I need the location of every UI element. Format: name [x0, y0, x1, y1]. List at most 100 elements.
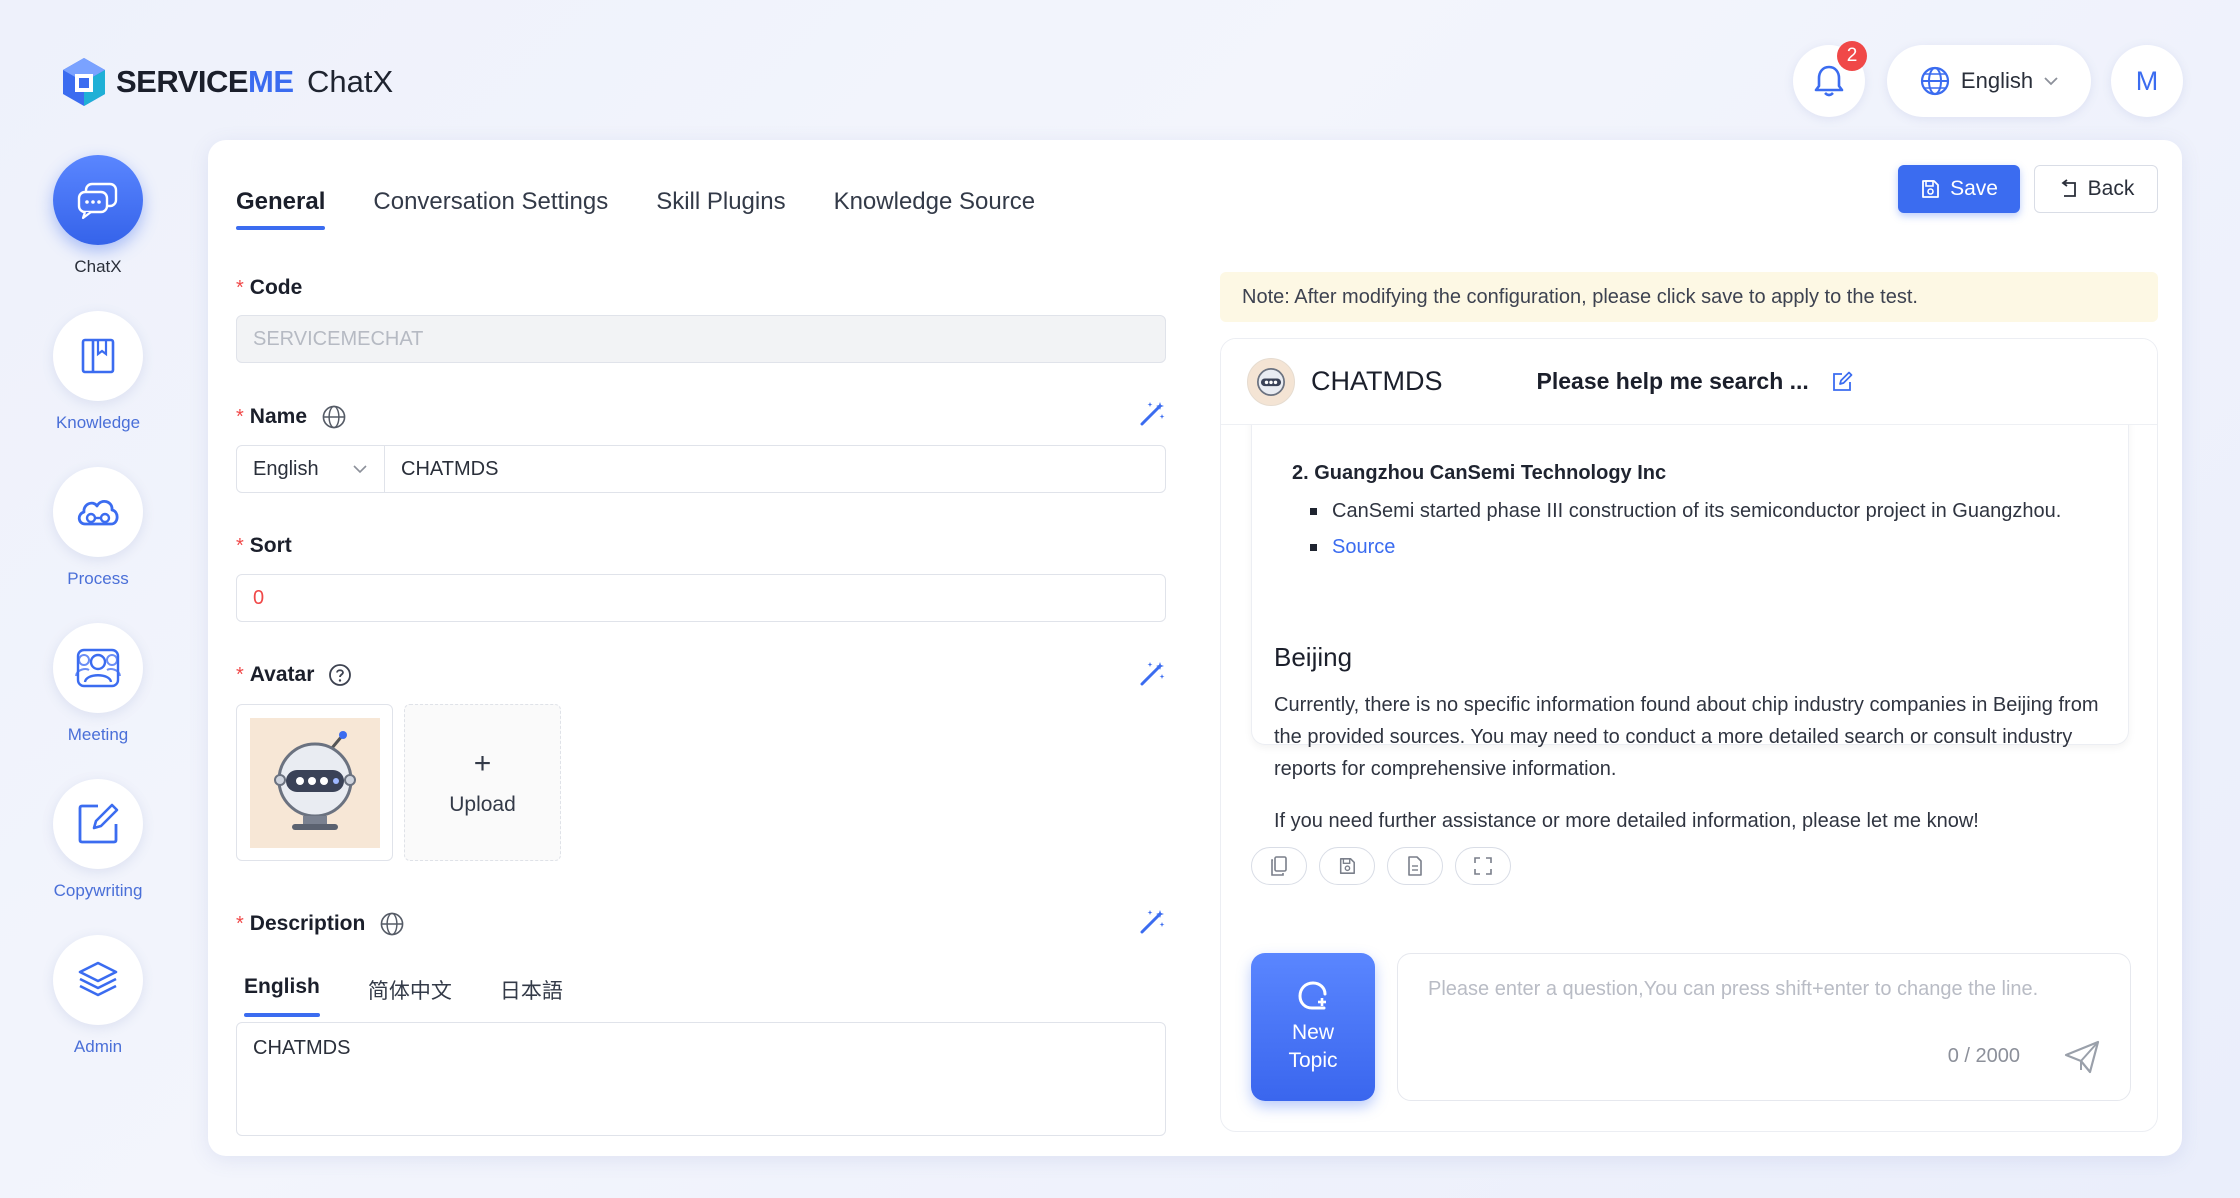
- sidebar-circle: [53, 311, 143, 401]
- name-label: * Name: [236, 404, 347, 430]
- desc-tab-english[interactable]: English: [244, 975, 320, 1017]
- document-icon: [1408, 856, 1422, 876]
- upload-label: Upload: [449, 792, 516, 816]
- new-topic-icon: [1298, 981, 1327, 1010]
- bot-message: 2. Guangzhou CanSemi Technology Inc CanS…: [1251, 399, 2129, 832]
- robot-avatar-image: [249, 717, 380, 848]
- sidebar-item-process[interactable]: Process: [0, 467, 196, 589]
- robot-icon: [1257, 367, 1285, 396]
- sidebar-item-label: Process: [67, 569, 129, 588]
- description-textarea[interactable]: CHATMDS: [236, 1022, 1166, 1136]
- sidebar-circle: [53, 155, 143, 245]
- copy-icon: [1271, 856, 1287, 876]
- sidebar-circle: [53, 623, 143, 713]
- logo-mark-icon: [63, 58, 105, 106]
- sidebar-circle: [53, 467, 143, 557]
- required-mark: *: [236, 534, 244, 557]
- magic-wand-icon[interactable]: [1138, 400, 1166, 428]
- description-language-tabs: English 简体中文 日本語: [244, 975, 563, 1017]
- source-link[interactable]: Source: [1310, 531, 2072, 563]
- chat-header: CHATMDS Please help me search ...: [1221, 339, 2157, 425]
- sidebar-item-copywriting[interactable]: Copywriting: [0, 779, 196, 901]
- sidebar-item-chatx[interactable]: ChatX: [0, 155, 196, 277]
- globe-icon: [1920, 66, 1950, 96]
- save-icon: [1339, 858, 1355, 874]
- sort-input[interactable]: 0: [236, 574, 1166, 622]
- app-title: ChatX: [307, 64, 394, 99]
- back-icon: [2061, 179, 2076, 197]
- code-field: SERVICEMECHAT: [236, 315, 1166, 363]
- required-mark: *: [236, 405, 244, 428]
- people-icon: [75, 648, 121, 688]
- save-button[interactable]: Save: [1898, 165, 2020, 213]
- sidebar-item-label: Meeting: [67, 725, 129, 744]
- sidebar-item-label: ChatX: [74, 257, 122, 276]
- plus-icon: +: [473, 746, 492, 780]
- save-note-banner: Note: After modifying the configuration,…: [1220, 272, 2158, 322]
- notification-badge: 2: [1837, 41, 1867, 71]
- avatar-label: * Avatar: [236, 663, 352, 687]
- sidebar-circle: [53, 779, 143, 869]
- code-label: * Code: [236, 276, 303, 299]
- sidebar-item-label: Copywriting: [53, 881, 143, 900]
- sidebar-item-label: Admin: [73, 1037, 123, 1056]
- sort-label: * Sort: [236, 534, 292, 557]
- copy-button[interactable]: [1251, 847, 1307, 885]
- list-item: CanSemi started phase III construction o…: [1310, 495, 2072, 527]
- desc-tab-japanese[interactable]: 日本語: [500, 975, 563, 1017]
- send-icon[interactable]: [2064, 1040, 2100, 1074]
- question-placeholder: Please enter a question,You can press sh…: [1428, 978, 2039, 1000]
- main-card: General Conversation Settings Skill Plug…: [208, 140, 2182, 1156]
- sidebar-item-knowledge[interactable]: Knowledge: [0, 311, 196, 433]
- required-mark: *: [236, 912, 244, 935]
- magic-wand-icon[interactable]: [1138, 908, 1166, 936]
- bot-name: CHATMDS: [1311, 366, 1443, 396]
- description-label: * Description: [236, 911, 405, 937]
- name-language-select[interactable]: English: [237, 446, 385, 492]
- user-avatar[interactable]: M: [2111, 45, 2183, 117]
- tab-conversation-settings[interactable]: Conversation Settings: [373, 188, 608, 230]
- message-paragraph: Currently, there is no specific informat…: [1274, 694, 2099, 780]
- save-message-button[interactable]: [1319, 847, 1375, 885]
- language-selector[interactable]: English: [1887, 45, 2091, 117]
- name-input[interactable]: CHATMDS: [385, 446, 1165, 492]
- sidebar-item-admin[interactable]: Admin: [0, 935, 196, 1057]
- tab-knowledge-source[interactable]: Knowledge Source: [834, 188, 1035, 230]
- layers-icon: [78, 961, 118, 997]
- topic-title: Please help me search ...: [1536, 368, 1809, 394]
- sidebar-circle: [53, 935, 143, 1025]
- document-button[interactable]: [1387, 847, 1443, 885]
- globe-icon[interactable]: [321, 404, 347, 430]
- message-bullets: CanSemi started phase III construction o…: [1310, 495, 2072, 563]
- message-actions: [1251, 847, 1511, 885]
- notification-button[interactable]: 2: [1793, 41, 1867, 117]
- back-button[interactable]: Back: [2034, 165, 2158, 213]
- robot-icon: [273, 730, 356, 830]
- chat-test-panel: CHATMDS Please help me search ... 2. Gua…: [1220, 338, 2158, 1132]
- tab-skill-plugins[interactable]: Skill Plugins: [656, 188, 785, 230]
- new-topic-button[interactable]: New Topic: [1251, 953, 1375, 1101]
- fullscreen-button[interactable]: [1455, 847, 1511, 885]
- edit-title-icon[interactable]: [1831, 371, 1853, 393]
- expand-icon: [1474, 857, 1492, 875]
- sidebar-item-meeting[interactable]: Meeting: [0, 623, 196, 745]
- sidebar-item-label: Knowledge: [55, 413, 141, 432]
- upload-button[interactable]: + Upload: [404, 704, 561, 861]
- serviceme-logo[interactable]: SERVICEME: [60, 56, 294, 108]
- language-label: English: [1960, 68, 2034, 93]
- question-input[interactable]: Please enter a question,You can press sh…: [1397, 953, 2131, 1101]
- bell-icon: [1814, 65, 1844, 97]
- new-topic-label-2: Topic: [1288, 1049, 1338, 1072]
- magic-wand-icon[interactable]: [1138, 660, 1166, 688]
- help-circle-icon[interactable]: [328, 663, 352, 687]
- globe-icon[interactable]: [379, 911, 405, 937]
- tab-general[interactable]: General: [236, 188, 326, 230]
- top-header: SERVICEME ChatX 2 English M: [0, 0, 2240, 140]
- message-paragraph: If you need further assistance or more d…: [1274, 810, 1979, 832]
- desc-tab-simplified-chinese[interactable]: 简体中文: [368, 975, 452, 1017]
- logo-text: SERVICEME: [116, 64, 294, 99]
- bot-avatar: [1247, 357, 1295, 406]
- list-item-cut: 2. Guangzhou CanSemi Technology Inc: [1292, 462, 1667, 484]
- avatar-preview[interactable]: [236, 704, 393, 861]
- book-icon: [81, 338, 115, 374]
